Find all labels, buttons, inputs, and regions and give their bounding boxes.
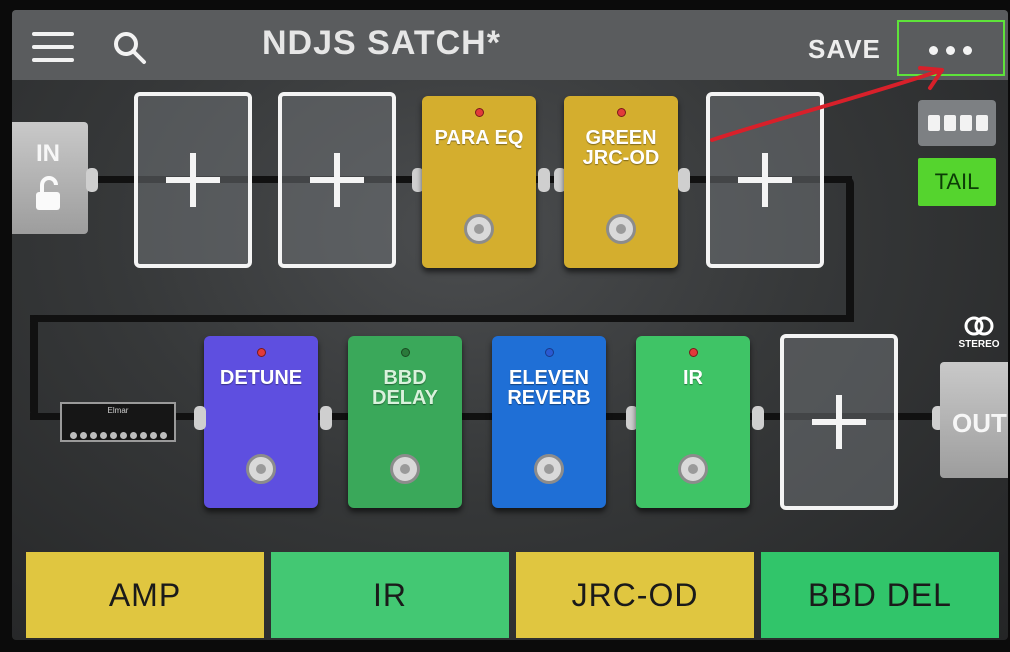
top-bar: NDJS SATCH* SAVE: [12, 10, 1008, 80]
pedal-label: BBD DELAY: [372, 367, 438, 409]
search-icon[interactable]: [112, 30, 148, 66]
pedal-bbd-delay[interactable]: BBD DELAY: [348, 336, 462, 508]
jack: [538, 168, 550, 192]
amp-brand: Elmar: [107, 406, 129, 415]
segment-icon: [944, 115, 956, 131]
empty-block-slot[interactable]: [706, 92, 824, 268]
footswitch-icon: [246, 454, 276, 484]
footswitch-icon: [390, 454, 420, 484]
save-button[interactable]: SAVE: [808, 34, 881, 65]
pedal-label: ELEVEN REVERB: [507, 367, 591, 409]
footswitch-icon: [606, 214, 636, 244]
empty-block-slot[interactable]: [780, 334, 898, 510]
jack: [678, 168, 690, 192]
input-jack: [86, 168, 98, 192]
segment-icon: [960, 115, 972, 131]
pedal-label: DETUNE: [219, 367, 303, 389]
plus-icon: [310, 153, 364, 207]
jack: [194, 406, 206, 430]
pedal-label: GREEN JRC-OD: [582, 127, 660, 169]
more-options-button[interactable]: [897, 20, 1005, 76]
device-screen: NDJS SATCH* SAVE IN PARA EQ GREENJRC-OD: [12, 10, 1008, 640]
input-block[interactable]: IN: [12, 122, 88, 234]
jack: [320, 406, 332, 430]
signal-cable-drop-right: [846, 176, 854, 322]
plus-icon: [738, 153, 792, 207]
signal-cable-drop-left: [30, 315, 38, 419]
pedal-green-jrc-od[interactable]: GREEN JRC-OD: [564, 96, 678, 268]
output-label: OUT: [952, 408, 1007, 438]
pedal-eleven-reverb[interactable]: ELEVEN REVERB: [492, 336, 606, 508]
plus-icon: [812, 395, 866, 449]
led-indicator: [401, 348, 410, 357]
plus-icon: [166, 153, 220, 207]
amp-knobs: [70, 426, 170, 444]
led-indicator: [689, 348, 698, 357]
pedal-para-eq[interactable]: PARA EQ: [422, 96, 536, 268]
empty-block-slot[interactable]: [134, 92, 252, 268]
footswitch-assign-ir[interactable]: IR: [271, 552, 509, 638]
signal-cable-return: [30, 315, 854, 322]
segment-icon: [976, 115, 988, 131]
amp-block[interactable]: Elmar: [60, 402, 176, 442]
stereo-icon: [964, 316, 994, 336]
footswitch-assign-jrc-od[interactable]: JRC-OD: [516, 552, 754, 638]
tail-button[interactable]: TAIL: [918, 158, 996, 206]
jack: [752, 406, 764, 430]
footswitch-assign-bbd-del[interactable]: BBD DEL: [761, 552, 999, 638]
segment-icon: [928, 115, 940, 131]
led-indicator: [617, 108, 626, 117]
pedal-detune[interactable]: DETUNE: [204, 336, 318, 508]
more-dot-2: [946, 46, 955, 55]
footswitch-icon: [534, 454, 564, 484]
stereo-indicator[interactable]: STEREO: [954, 316, 1004, 356]
led-indicator: [545, 348, 554, 357]
footswitch-assign-amp[interactable]: AMP: [26, 552, 264, 638]
led-indicator: [475, 108, 484, 117]
hamburger-menu-icon[interactable]: [32, 32, 74, 62]
footswitch-icon: [678, 454, 708, 484]
more-options-icon: [929, 46, 938, 55]
stereo-label: STEREO: [958, 339, 1000, 350]
path-selector-button[interactable]: [918, 100, 996, 146]
preset-title[interactable]: NDJS SATCH*: [262, 24, 501, 63]
pedal-label: PARA EQ: [434, 127, 524, 149]
pedal-label: IR: [683, 367, 703, 389]
led-indicator: [257, 348, 266, 357]
footswitch-icon: [464, 214, 494, 244]
input-label: IN: [36, 140, 60, 167]
more-dot-3: [963, 46, 972, 55]
output-block[interactable]: OUT: [940, 362, 1008, 478]
empty-block-slot[interactable]: [278, 92, 396, 268]
pedal-ir[interactable]: IR: [636, 336, 750, 508]
lock-open-icon: [36, 176, 60, 210]
